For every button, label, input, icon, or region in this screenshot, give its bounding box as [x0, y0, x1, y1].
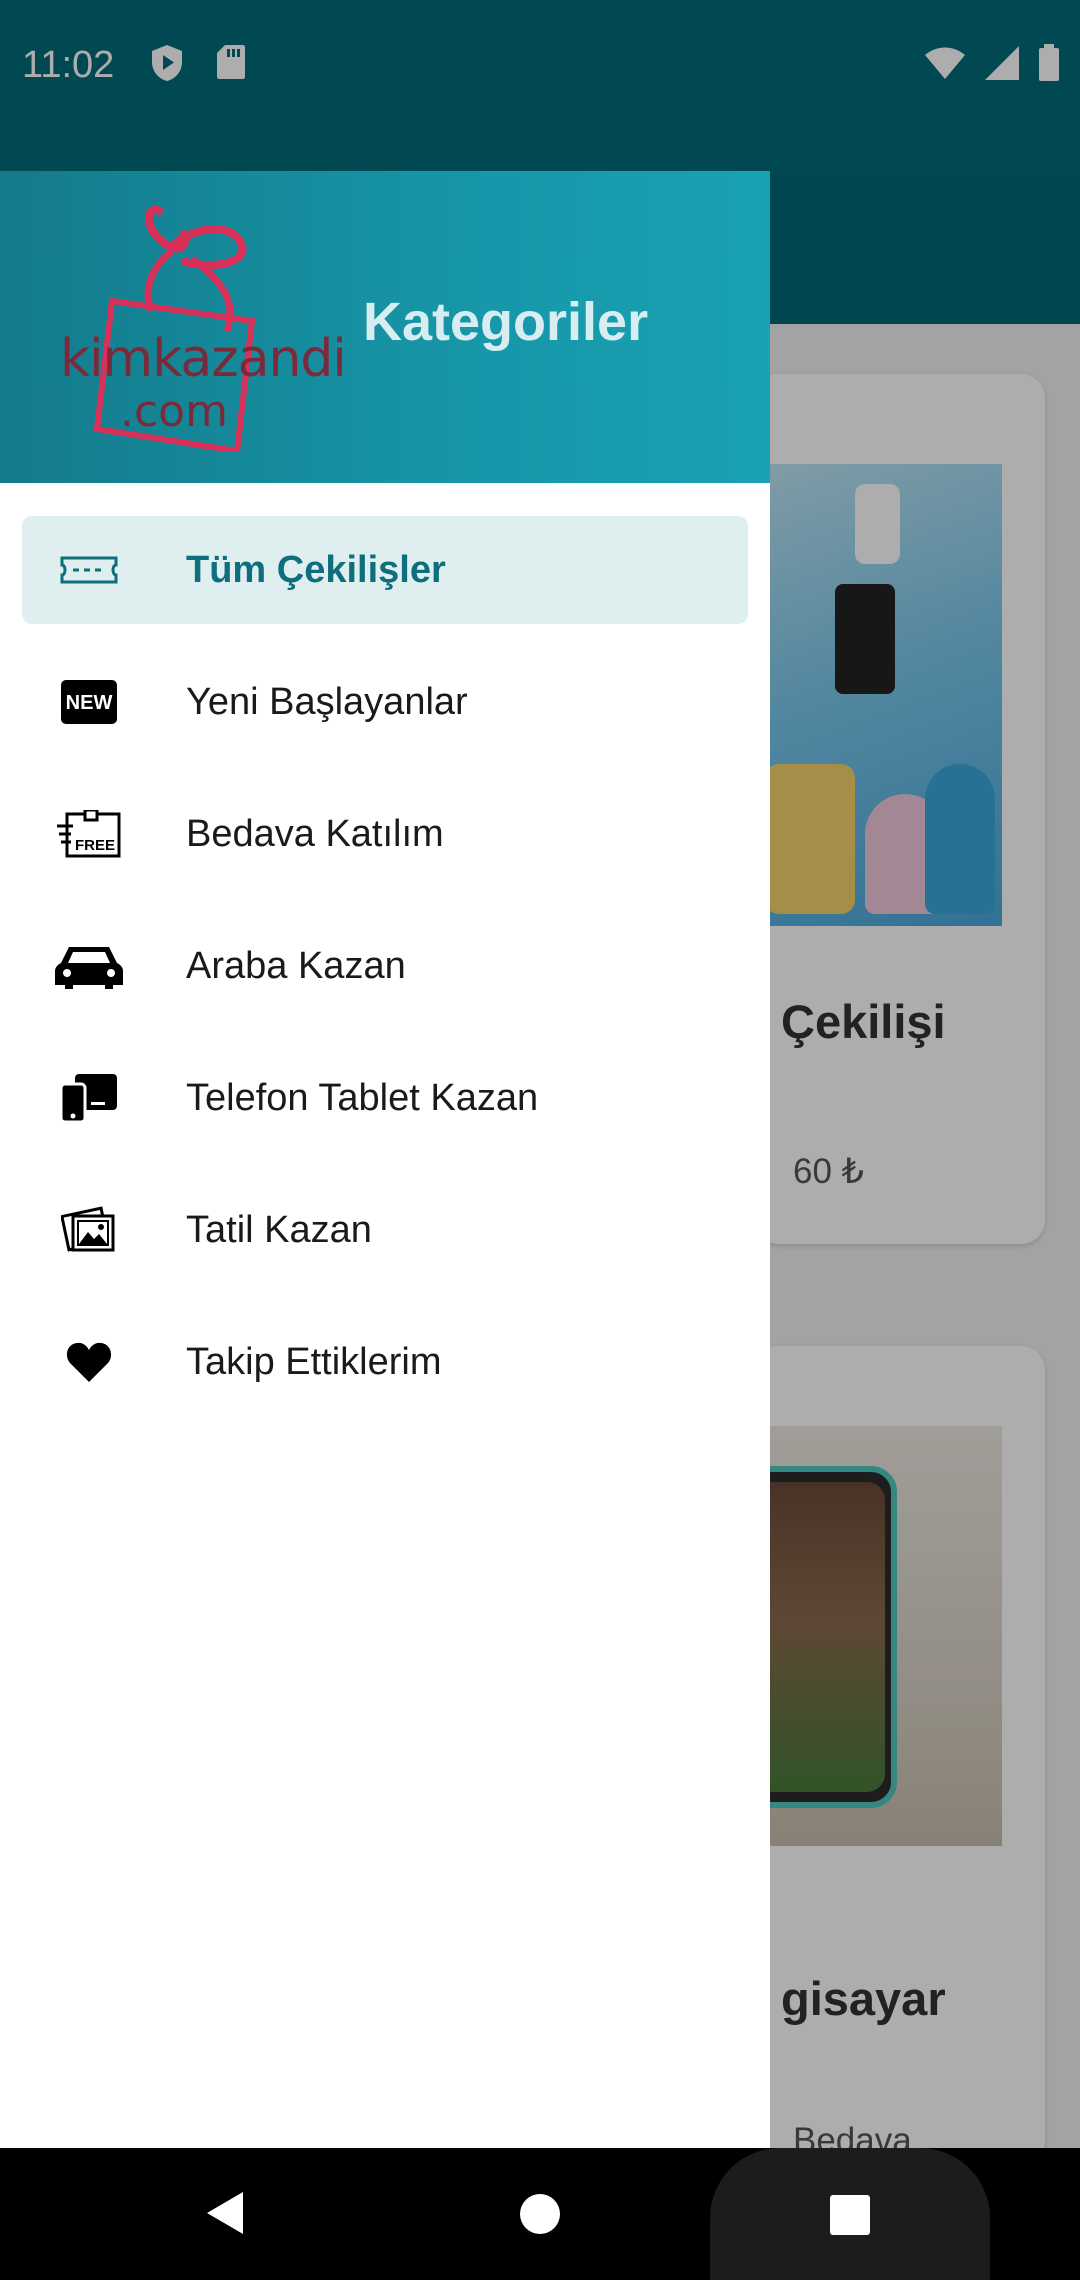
back-icon[interactable]	[205, 2190, 245, 2241]
app-logo: kimkazandi .com	[52, 201, 347, 451]
ticket-icon	[44, 555, 134, 585]
menu-item-following[interactable]: Takip Ettiklerim	[22, 1308, 748, 1416]
drawer-title: Kategoriler	[363, 292, 649, 352]
home-icon[interactable]	[519, 2193, 561, 2240]
menu-item-label: Telefon Tablet Kazan	[186, 1076, 539, 1119]
free-tag-icon: FREE	[44, 810, 134, 858]
drawer-header: kimkazandi .com Kategoriler	[0, 171, 770, 483]
menu-item-win-car[interactable]: Araba Kazan	[22, 912, 748, 1020]
menu-item-free-entry[interactable]: FREE Bedava Katılım	[22, 780, 748, 888]
menu-item-label: Tüm Çekilişler	[186, 548, 446, 591]
phone-tablet-icon	[44, 1074, 134, 1122]
drawer-menu: Tüm Çekilişler NEW Yeni Başlayanlar FREE…	[0, 516, 770, 1440]
menu-item-win-holiday[interactable]: Tatil Kazan	[22, 1176, 748, 1284]
menu-item-label: Araba Kazan	[186, 944, 406, 987]
menu-item-label: Takip Ettiklerim	[186, 1340, 442, 1383]
logo-text: kimkazandi	[60, 329, 347, 389]
new-badge-icon: NEW	[44, 680, 134, 724]
menu-item-label: Tatil Kazan	[186, 1208, 372, 1251]
heart-icon	[44, 1341, 134, 1383]
svg-text:FREE: FREE	[75, 837, 115, 854]
menu-item-label: Bedava Katılım	[186, 812, 444, 855]
car-icon	[44, 941, 134, 991]
menu-item-all-raffles[interactable]: Tüm Çekilişler	[22, 516, 748, 624]
menu-item-label: Yeni Başlayanlar	[186, 680, 468, 723]
svg-text:NEW: NEW	[66, 692, 113, 714]
recents-icon[interactable]	[829, 2194, 871, 2241]
menu-item-win-phone-tablet[interactable]: Telefon Tablet Kazan	[22, 1044, 748, 1152]
navigation-drawer: kimkazandi .com Kategoriler Tüm Çekilişl…	[0, 171, 770, 2148]
menu-item-new-starters[interactable]: NEW Yeni Başlayanlar	[22, 648, 748, 756]
logo-text-domain: .com	[120, 386, 228, 437]
photos-icon	[44, 1206, 134, 1254]
